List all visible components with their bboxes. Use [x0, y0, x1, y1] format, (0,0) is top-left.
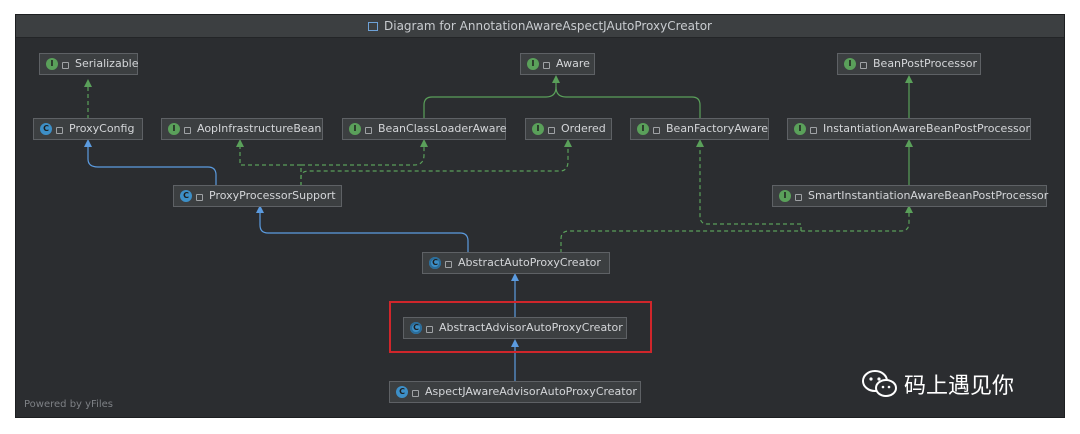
node-label: SmartInstantiationAwareBeanPostProcessor [808, 189, 1049, 202]
lock-icon [795, 193, 802, 201]
lock-icon [810, 126, 817, 134]
arrowhead [511, 273, 519, 281]
interface-icon: I [532, 123, 544, 135]
lock-icon [860, 61, 867, 69]
lock-icon [184, 126, 191, 134]
node-label: BeanPostProcessor [873, 57, 978, 70]
node-label: Serializable [75, 57, 139, 70]
node-beanclassloaderaware[interactable]: I BeanClassLoaderAware [342, 118, 507, 140]
node-label: AopInfrastructureBean [197, 122, 322, 135]
node-label: Ordered [561, 122, 606, 135]
node-abstractautoproxycreator[interactable]: C AbstractAutoProxyCreator [422, 252, 610, 274]
node-label: Aware [556, 57, 590, 70]
lock-icon [56, 126, 63, 134]
node-label: InstantiationAwareBeanPostProcessor [823, 122, 1031, 135]
interface-icon: I [779, 190, 791, 202]
interface-icon: I [794, 123, 806, 135]
node-aspectjawareadvisorautoproxycreator[interactable]: C AspectJAwareAdvisorAutoProxyCreator [389, 381, 641, 403]
powered-by-footer: Powered by yFiles [24, 399, 113, 410]
arrowhead [236, 139, 244, 147]
lock-icon [412, 389, 419, 397]
node-proxyconfig[interactable]: C ProxyConfig [33, 118, 143, 140]
interface-icon: I [527, 58, 539, 70]
arrowhead [420, 139, 428, 147]
node-proxyprocessorsupport[interactable]: C ProxyProcessorSupport [173, 185, 342, 207]
lock-icon [445, 260, 452, 268]
class-icon: C [40, 123, 52, 135]
lock-icon [543, 61, 550, 69]
watermark: 码上遇见你 [862, 368, 1014, 400]
interface-icon: I [637, 123, 649, 135]
interface-icon: I [349, 123, 361, 135]
node-aopinfrastructurebean[interactable]: I AopInfrastructureBean [161, 118, 323, 140]
lock-icon [653, 126, 660, 134]
node-label: BeanClassLoaderAware [378, 122, 507, 135]
highlight-box [389, 301, 652, 353]
lock-icon [548, 126, 555, 134]
node-label: AspectJAwareAdvisorAutoProxyCreator [425, 385, 637, 398]
node-label: ProxyConfig [69, 122, 135, 135]
interface-icon: I [844, 58, 856, 70]
abstract-class-icon: C [429, 257, 441, 269]
interface-icon: I [168, 123, 180, 135]
edge-abstractautoproxycreator-smartinstantiationaware [560, 211, 910, 253]
watermark-text: 码上遇见你 [904, 374, 1015, 399]
node-ordered[interactable]: I Ordered [525, 118, 612, 140]
arrowhead [905, 75, 913, 83]
diagram-window: Diagram for AnnotationAwareAspectJAutoPr… [15, 14, 1065, 418]
diagram-edges [84, 75, 913, 382]
wechat-icon [862, 370, 897, 397]
edge-beanclassloaderaware-aware [423, 81, 557, 119]
class-icon: C [396, 386, 408, 398]
node-serializable[interactable]: I Serializable [39, 53, 139, 75]
arrowhead [84, 79, 92, 87]
lock-icon [365, 126, 372, 134]
node-label: AbstractAutoProxyCreator [458, 256, 601, 269]
node-beanpostprocessor[interactable]: I BeanPostProcessor [837, 53, 981, 75]
edge-proxyprocessorsupport-proxyconfig [87, 145, 217, 186]
node-smartinstantiationawarebeanpostprocessor[interactable]: I SmartInstantiationAwareBeanPostProcess… [772, 185, 1049, 207]
node-beanfactoryaware[interactable]: I BeanFactoryAware [630, 118, 769, 140]
class-icon: C [180, 190, 192, 202]
lock-icon [196, 193, 203, 201]
arrowhead [905, 139, 913, 147]
arrowhead [552, 75, 560, 83]
edge-proxyprocessorsupport-ordered [300, 145, 569, 186]
edge-abstractautoproxycreator-proxyprocessorsupport [259, 213, 469, 253]
node-label: BeanFactoryAware [666, 122, 769, 135]
lock-icon [62, 61, 69, 69]
arrowhead [696, 139, 704, 147]
node-aware[interactable]: I Aware [520, 53, 595, 75]
node-instantiationawarebeanpostprocessor[interactable]: I InstantiationAwareBeanPostProcessor [787, 118, 1031, 140]
edge-beanfactoryaware-aware [555, 86, 701, 119]
arrowhead [564, 139, 572, 147]
arrowhead [84, 139, 92, 147]
node-label: ProxyProcessorSupport [209, 189, 336, 202]
interface-icon: I [46, 58, 58, 70]
edge-proxyprocessorsupport-beanclassloaderaware [301, 145, 425, 166]
edge-proxyprocessorsupport-aopinfrastructurebean [239, 145, 302, 186]
